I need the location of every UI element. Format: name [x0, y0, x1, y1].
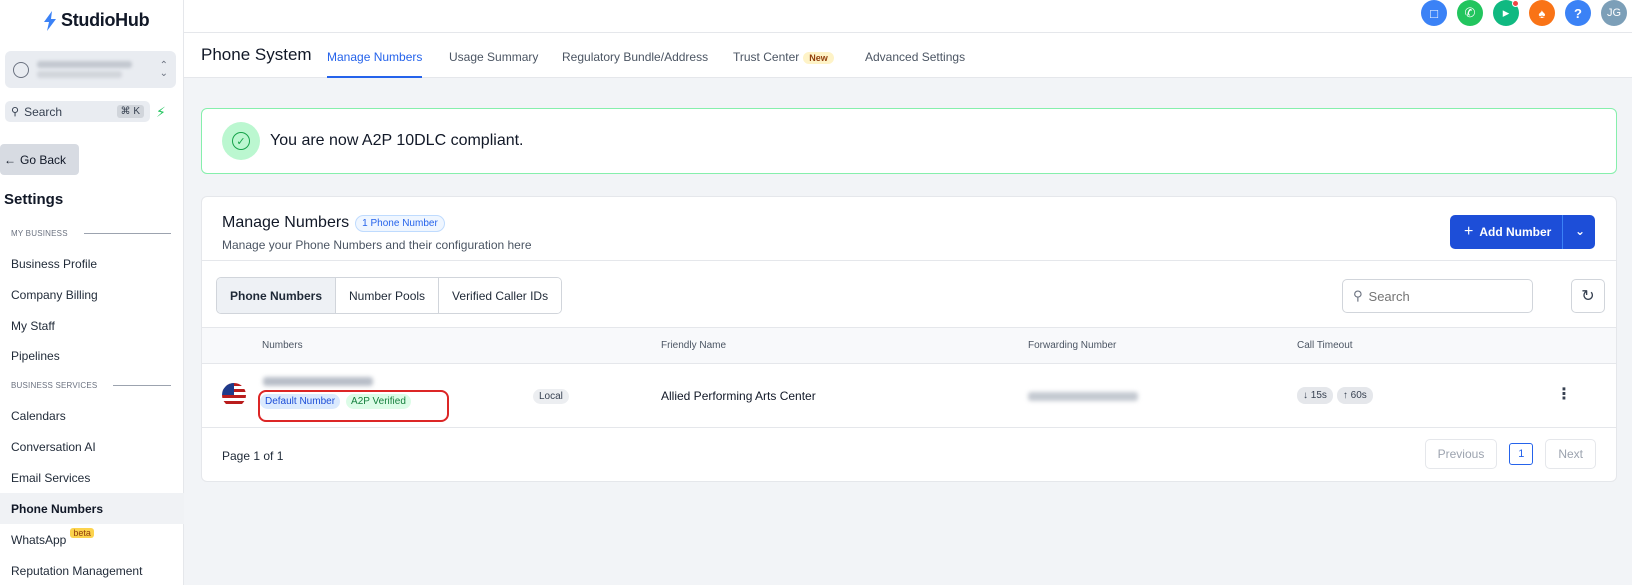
sidebar-item-my-staff[interactable]: My Staff	[0, 310, 184, 341]
card-title: Manage Numbers 1 Phone Number	[222, 214, 445, 232]
sidebar-item-conversation-ai[interactable]: Conversation AI	[0, 431, 184, 462]
megaphone-icon[interactable]: ▸	[1493, 0, 1519, 26]
tab-advanced-settings[interactable]: Advanced Settings	[865, 50, 965, 78]
previous-page-button[interactable]: Previous	[1424, 439, 1498, 469]
search-shortcut: ⌘ K	[116, 105, 144, 118]
segment-number-pools[interactable]: Number Pools	[336, 278, 440, 313]
sidebar-item-phone-numbers[interactable]: Phone Numbers	[0, 493, 184, 524]
chevron-updown-icon: ⌃ ⌄	[159, 59, 168, 79]
manage-numbers-card: Manage Numbers 1 Phone Number Manage you…	[201, 196, 1617, 482]
number-type-segments: Phone Numbers Number Pools Verified Call…	[216, 277, 563, 314]
sidebar-item-reputation-management[interactable]: Reputation Management	[0, 555, 184, 585]
timeout-inbound: ↓ 15s	[1297, 387, 1333, 404]
search-input[interactable]	[1368, 288, 1519, 304]
account-name-redacted	[37, 58, 160, 81]
go-back-button[interactable]: ← Go Back	[0, 144, 79, 175]
account-switcher[interactable]: ⌃ ⌄	[5, 51, 176, 88]
tab-regulatory-bundle[interactable]: Regulatory Bundle/Address	[562, 50, 708, 78]
section-my-business: MY BUSINESS	[11, 229, 171, 238]
page-info: Page 1 of 1	[222, 449, 284, 463]
phone-number-redacted	[263, 377, 373, 386]
call-timeouts: ↓ 15s ↑ 60s	[1297, 387, 1373, 404]
location-icon	[13, 61, 29, 78]
card-title-text: Manage Numbers	[222, 214, 350, 231]
col-friendly-name: Friendly Name	[661, 340, 727, 351]
tab-usage-summary[interactable]: Usage Summary	[449, 50, 538, 78]
sidebar-item-whatsapp[interactable]: WhatsApp beta	[0, 524, 184, 555]
quick-action-bolt-icon[interactable]: ⚡	[156, 104, 166, 121]
beta-badge: beta	[70, 527, 94, 538]
tab-trust-center[interactable]: Trust Center New	[733, 50, 834, 78]
sidebar-item-label: WhatsApp	[11, 532, 67, 547]
sidebar-item-pipelines[interactable]: Pipelines	[0, 340, 184, 371]
settings-title: Settings	[4, 191, 64, 208]
top-bar: □ ✆ ▸ ♠ ? JG	[184, 0, 1632, 33]
col-call-timeout: Call Timeout	[1297, 340, 1353, 351]
plus-icon: +	[1464, 223, 1474, 240]
next-page-button[interactable]: Next	[1545, 439, 1596, 469]
logo-bolt-icon	[44, 10, 56, 31]
sidebar-search[interactable]: ⚲ Search ⌘ K	[5, 101, 150, 122]
tab-manage-numbers[interactable]: Manage Numbers	[327, 50, 423, 78]
bell-icon[interactable]: ♠	[1529, 0, 1555, 26]
sidebar: StudioHub ⌃ ⌄ ⚲ Search ⌘ K ⚡ ← Go Back Se…	[0, 0, 184, 585]
help-icon[interactable]: ?	[1565, 0, 1591, 26]
app-name: StudioHub	[61, 10, 150, 30]
compliance-banner: ✓ You are now A2P 10DLC compliant.	[201, 108, 1617, 174]
refresh-button[interactable]: ↻	[1571, 279, 1605, 313]
sidebar-item-company-billing[interactable]: Company Billing	[0, 279, 184, 310]
section-label: BUSINESS SERVICES	[11, 381, 98, 390]
page-title: Phone System	[201, 45, 312, 64]
section-business-services: BUSINESS SERVICES	[11, 381, 171, 390]
us-flag-icon	[222, 383, 246, 407]
col-numbers: Numbers	[262, 340, 303, 351]
table-search[interactable]: ⚲	[1342, 279, 1533, 313]
sidebar-item-business-profile[interactable]: Business Profile	[0, 248, 184, 279]
timeout-outbound: ↑ 60s	[1336, 387, 1373, 404]
search-icon: ⚲	[11, 106, 20, 118]
sidebar-item-email-services[interactable]: Email Services	[0, 462, 184, 493]
user-avatar[interactable]: JG	[1601, 0, 1627, 26]
add-number-label: Add Number	[1479, 225, 1552, 239]
phone-icon[interactable]: ✆	[1457, 0, 1483, 26]
sidebar-item-calendars[interactable]: Calendars	[0, 400, 184, 431]
chat-icon[interactable]: □	[1421, 0, 1447, 26]
phone-system-header: Phone System Manage Numbers Usage Summar…	[184, 33, 1632, 78]
page-number-button[interactable]: 1	[1509, 443, 1534, 465]
col-forwarding-number: Forwarding Number	[1028, 340, 1117, 351]
sidebar-search-label: Search	[24, 104, 63, 119]
forwarding-number-redacted	[1028, 392, 1138, 401]
arrow-left-icon: ←	[4, 152, 16, 167]
segment-verified-caller-ids[interactable]: Verified Caller IDs	[439, 278, 562, 313]
app-logo[interactable]: StudioHub	[43, 10, 150, 31]
check-circle-icon: ✓	[222, 122, 260, 160]
friendly-name: Allied Performing Arts Center	[661, 389, 816, 403]
chevron-down-icon[interactable]: ⌄	[1575, 224, 1585, 238]
notification-dot	[1512, 0, 1519, 7]
add-number-button[interactable]: + Add Number ⌄	[1450, 215, 1595, 249]
go-back-label: Go Back	[20, 152, 67, 167]
search-icon: ⚲	[1353, 288, 1363, 303]
divider	[202, 260, 1616, 261]
table-header: Numbers Friendly Name Forwarding Number …	[202, 327, 1616, 364]
highlight-annotation	[258, 390, 449, 422]
new-badge: New	[803, 52, 834, 64]
banner-text: You are now A2P 10DLC compliant.	[270, 132, 524, 149]
number-type-badge: Local	[533, 389, 569, 404]
more-options-icon[interactable]: ⋮	[1556, 384, 1572, 404]
pagination: Previous 1 Next	[1424, 439, 1596, 469]
refresh-icon: ↻	[1581, 288, 1595, 305]
tab-label: Trust Center	[733, 50, 800, 64]
segment-phone-numbers[interactable]: Phone Numbers	[217, 278, 337, 313]
top-icons: □ ✆ ▸ ♠ ? JG	[1421, 0, 1627, 26]
card-subtitle: Manage your Phone Numbers and their conf…	[222, 238, 532, 252]
section-label: MY BUSINESS	[11, 229, 68, 238]
phone-count-badge: 1 Phone Number	[355, 214, 445, 232]
table-row[interactable]: Default Number A2P Verified Local Allied…	[202, 364, 1616, 428]
